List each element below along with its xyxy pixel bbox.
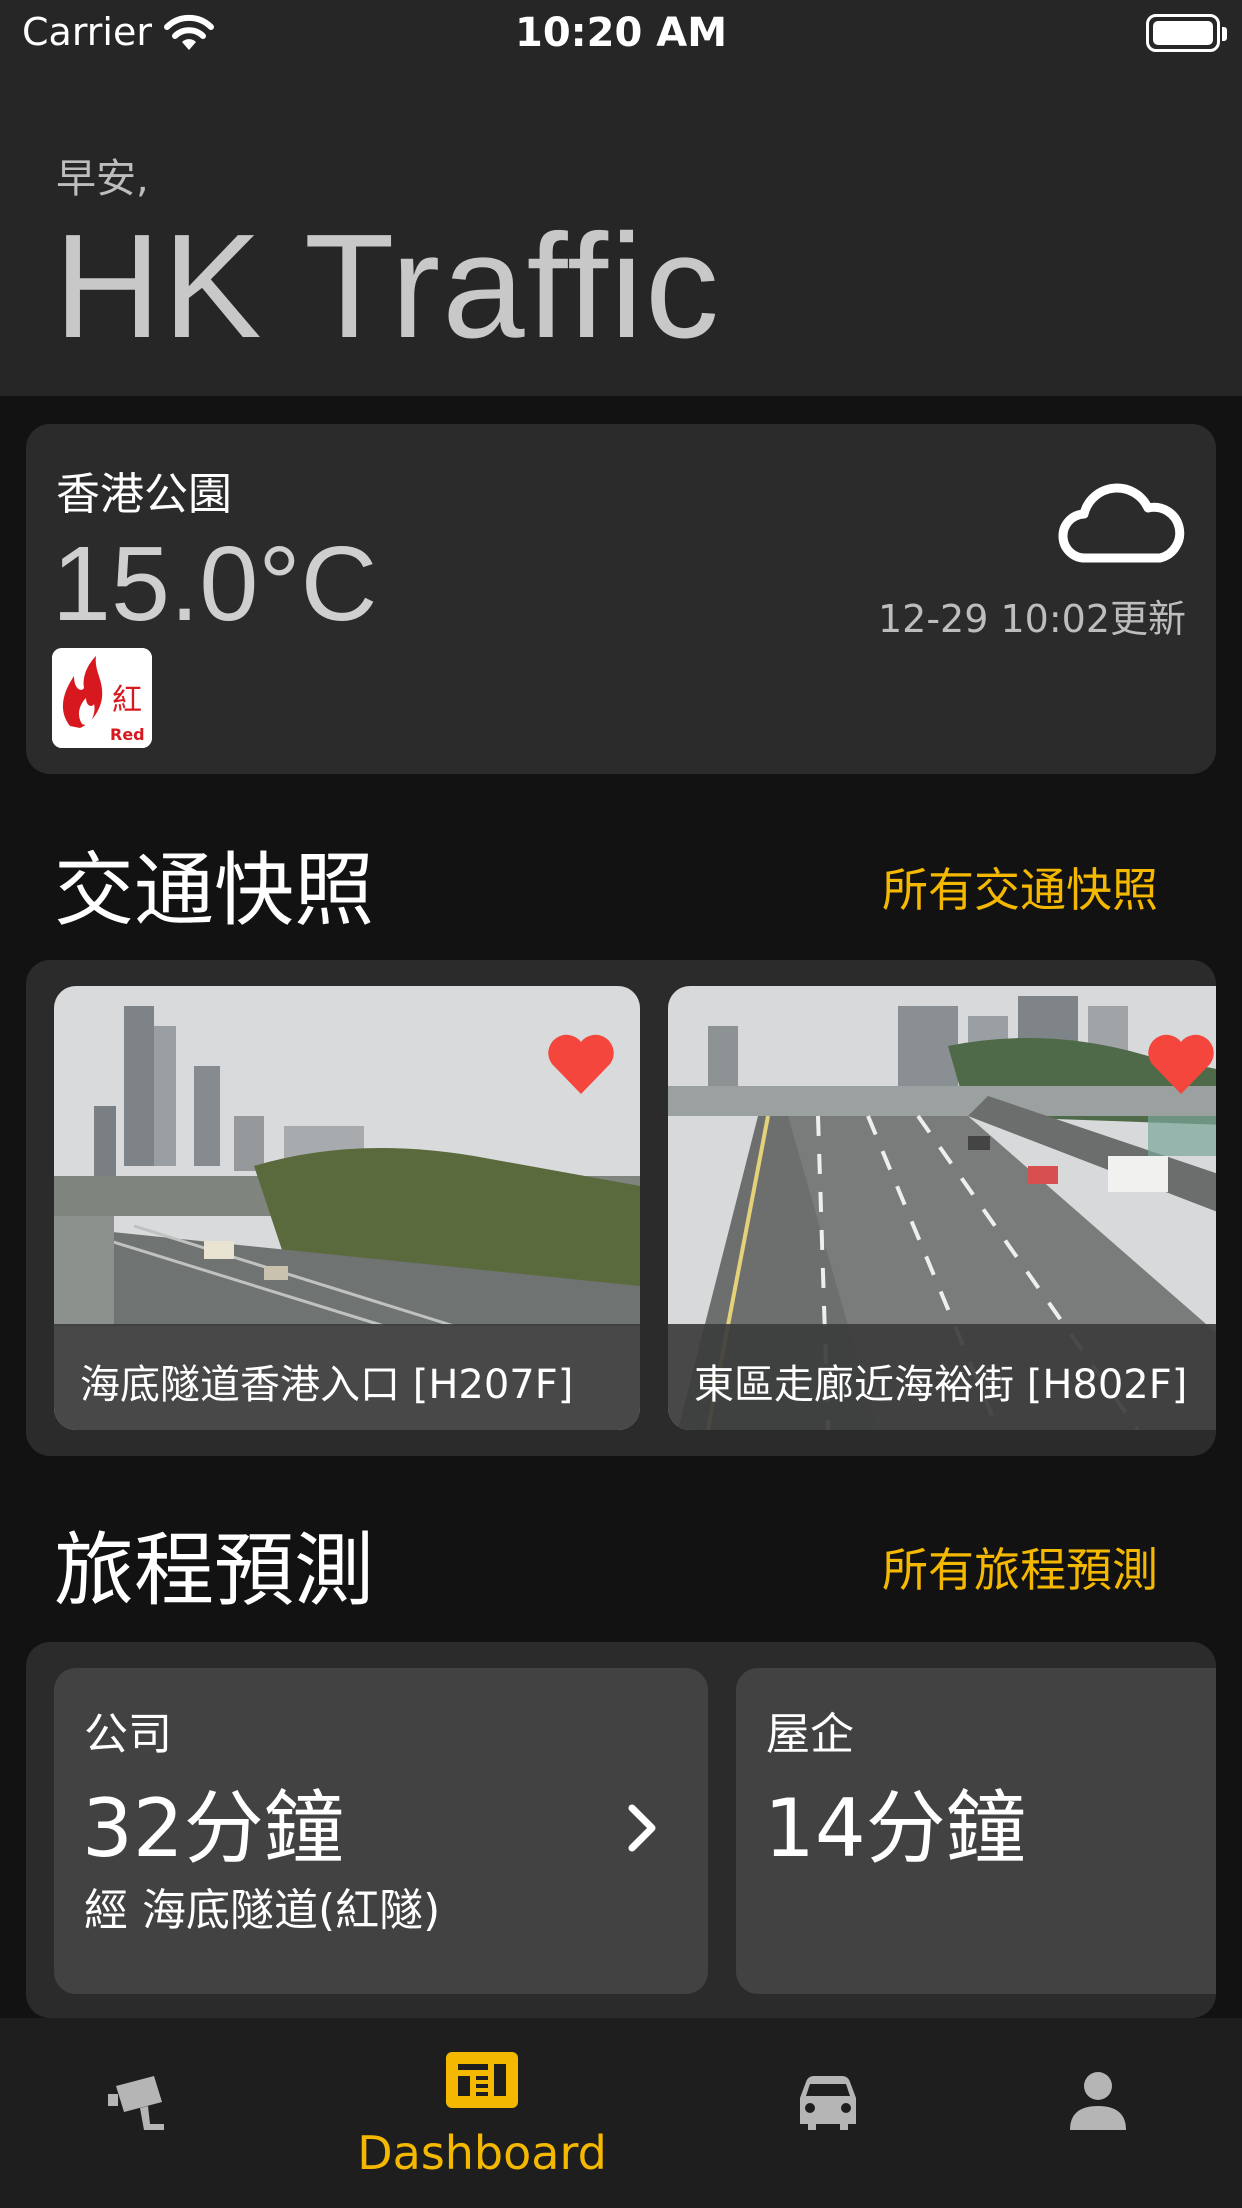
app-title: HK Traffic bbox=[54, 204, 721, 369]
trip-destination: 屋企 bbox=[766, 1709, 854, 1760]
person-icon bbox=[1070, 2072, 1126, 2130]
snapshots-section-title: 交通快照 bbox=[54, 844, 374, 937]
trip-duration: 32分鐘 bbox=[82, 1782, 344, 1875]
snapshot-caption: 東區走廊近海裕街 [H802F] bbox=[694, 1362, 1188, 1408]
tab-dashboard[interactable]: Dashboard bbox=[344, 2018, 620, 2208]
snapshot-card[interactable]: 東區走廊近海裕街 [H802F] bbox=[668, 986, 1216, 1430]
snapshot-caption-bar: 東區走廊近海裕街 [H802F] bbox=[668, 1324, 1216, 1430]
trip-duration: 14分鐘 bbox=[764, 1782, 1026, 1875]
favorite-heart-icon[interactable] bbox=[1146, 1032, 1216, 1096]
fire-danger-red-icon: 紅 Red bbox=[52, 648, 152, 748]
battery-icon bbox=[1146, 14, 1227, 52]
chevron-right-icon[interactable] bbox=[622, 1798, 662, 1858]
camera-icon bbox=[108, 2076, 164, 2130]
clock: 10:20 AM bbox=[514, 10, 727, 56]
greeting-text: 早安, bbox=[56, 156, 149, 202]
trip-destination: 公司 bbox=[84, 1709, 172, 1760]
weather-temperature: 15.0°C bbox=[52, 525, 378, 643]
snapshot-caption-bar: 海底隧道香港入口 [H207F] bbox=[54, 1324, 640, 1430]
trip-card[interactable]: 屋企 14分鐘 bbox=[736, 1668, 1216, 1994]
snapshot-caption: 海底隧道香港入口 [H207F] bbox=[80, 1362, 574, 1408]
status-bar: Carrier 10:20 AM bbox=[0, 0, 1242, 66]
weather-location: 香港公園 bbox=[56, 469, 232, 520]
tab-bar: Dashboard bbox=[0, 2018, 1242, 2208]
tab-cameras[interactable] bbox=[0, 2018, 276, 2208]
tab-profile[interactable] bbox=[966, 2018, 1242, 2208]
all-snapshots-link[interactable]: 所有交通快照 bbox=[882, 854, 1158, 920]
trips-section-title: 旅程預測 bbox=[54, 1524, 374, 1617]
dashboard-icon bbox=[446, 2052, 518, 2108]
favorite-heart-icon[interactable] bbox=[546, 1032, 616, 1096]
snapshots-carousel[interactable]: 海底隧道香港入口 [H207F] 東區走廊近海裕街 [H802F] bbox=[26, 960, 1216, 1456]
trips-carousel[interactable]: 公司 32分鐘 經 海底隧道(紅隧) 屋企 14分鐘 bbox=[26, 1642, 1216, 2018]
tab-dashboard-label: Dashboard bbox=[357, 2126, 607, 2180]
weather-updated-time: 12-29 10:02更新 bbox=[877, 597, 1186, 641]
trip-card[interactable]: 公司 32分鐘 經 海底隧道(紅隧) bbox=[54, 1668, 708, 1994]
header: 早安, HK Traffic bbox=[0, 66, 1242, 396]
snapshot-card[interactable]: 海底隧道香港入口 [H207F] bbox=[54, 986, 640, 1430]
tab-journeys[interactable] bbox=[690, 2018, 966, 2208]
cloud-icon bbox=[1058, 483, 1185, 563]
all-trips-link[interactable]: 所有旅程預測 bbox=[882, 1534, 1158, 1600]
svg-text:Red: Red bbox=[110, 725, 145, 744]
weather-card[interactable]: 香港公園 15.0°C 紅 Red 12-29 10:02更新 bbox=[26, 424, 1216, 774]
svg-text:紅: 紅 bbox=[112, 683, 142, 718]
trip-route: 經 海底隧道(紅隧) bbox=[84, 1885, 441, 1936]
car-icon bbox=[800, 2076, 856, 2130]
